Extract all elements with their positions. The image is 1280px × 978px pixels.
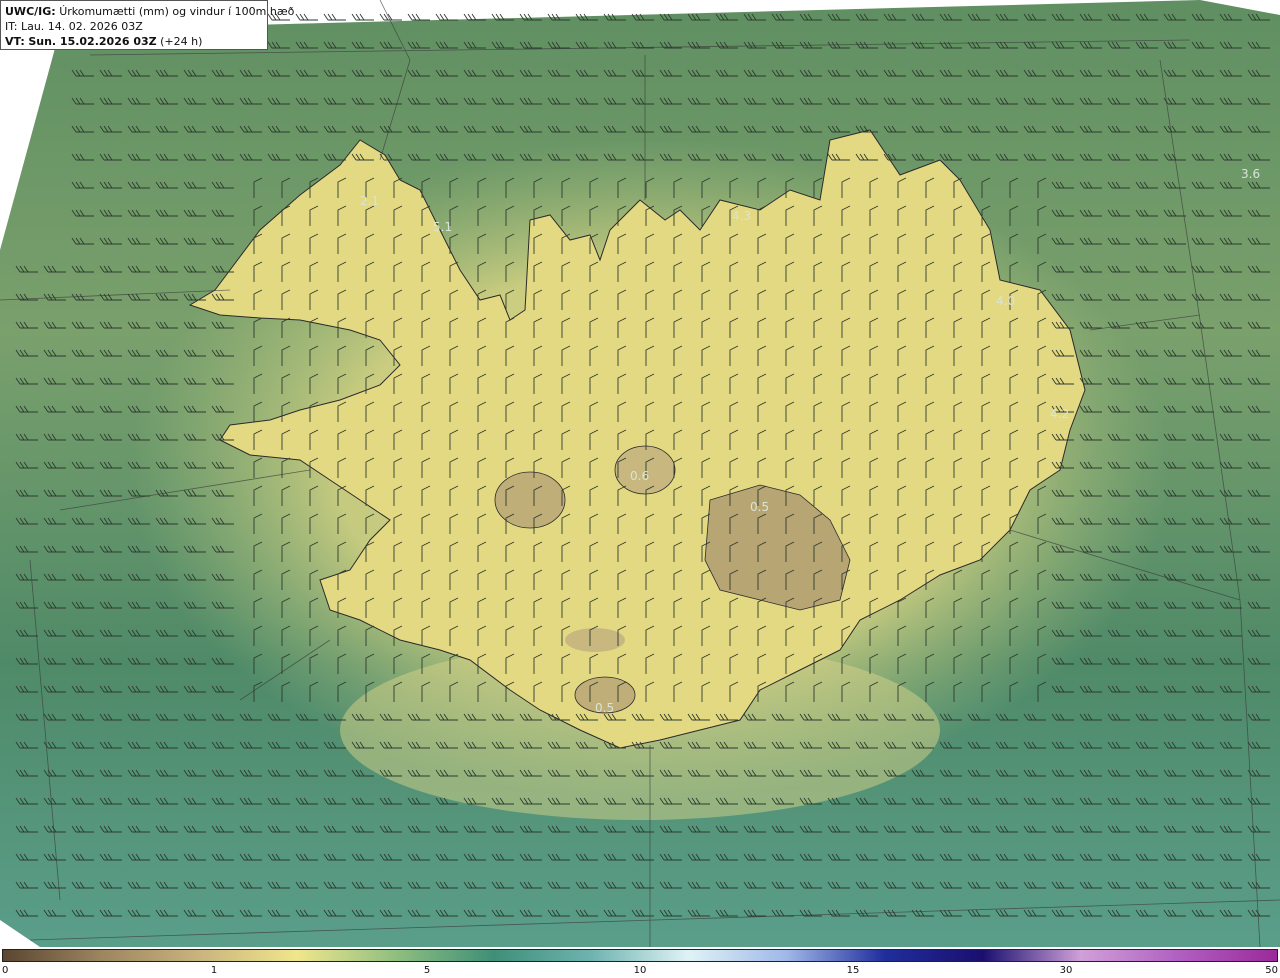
langjokull: [494, 471, 566, 529]
value-label-4-3: 4.3: [732, 209, 751, 223]
lead-time: (+24 h): [160, 35, 203, 48]
colorbar-tick-10: 10: [633, 965, 647, 976]
colorbar-scale: [2, 949, 1278, 962]
colorbar-tick-5: 5: [423, 965, 431, 976]
value-label-0-5-south: 0.5: [595, 701, 614, 715]
colorbar-tick-30: 30: [1059, 965, 1073, 976]
map-title-box: UWC/IG: Úrkomumætti (mm) og vindur í 100…: [0, 0, 294, 50]
colorbar-tick-15: 15: [846, 965, 860, 976]
value-label-0-6: 0.6: [630, 469, 649, 483]
valid-prefix: VT:: [5, 35, 25, 48]
value-label-5-1: 5.1: [433, 220, 452, 234]
value-label-4-0: 4.0: [996, 294, 1015, 308]
forecast-map: 5.1 4.3 3.6 4.0 4.2 0.5 0.6 0.5 2.1 UWC/…: [0, 0, 1280, 978]
colorbar-tick-50: 50: [1265, 965, 1278, 976]
colorbar-tick-1: 1: [210, 965, 218, 976]
eyjafjallajokull: [565, 628, 625, 652]
valid-time-row: VT: Sun. 15.02.2026 03Z (+24 h): [5, 34, 263, 49]
value-label-2-1: 2.1: [360, 194, 379, 208]
colorbar-tick-0: 0: [2, 965, 9, 976]
model-name: UWC/IG:: [5, 5, 56, 18]
init-time: IT: Lau. 14. 02. 2026 03Z: [5, 20, 143, 33]
product-title: Úrkomumætti (mm) og vindur í 100m hæð: [59, 5, 295, 18]
valid-time: Sun. 15.02.2026 03Z: [28, 35, 157, 48]
title-row: UWC/IG: Úrkomumætti (mm) og vindur í 100…: [5, 4, 294, 19]
colorbar-legend: 0 1 5 10 15 30 50: [0, 947, 1280, 978]
value-label-4-2: 4.2: [1050, 407, 1069, 421]
value-label-0-5: 0.5: [750, 500, 769, 514]
value-label-3-6: 3.6: [1241, 167, 1260, 181]
map-canvas: 5.1 4.3 3.6 4.0 4.2 0.5 0.6 0.5 2.1: [0, 0, 1280, 947]
